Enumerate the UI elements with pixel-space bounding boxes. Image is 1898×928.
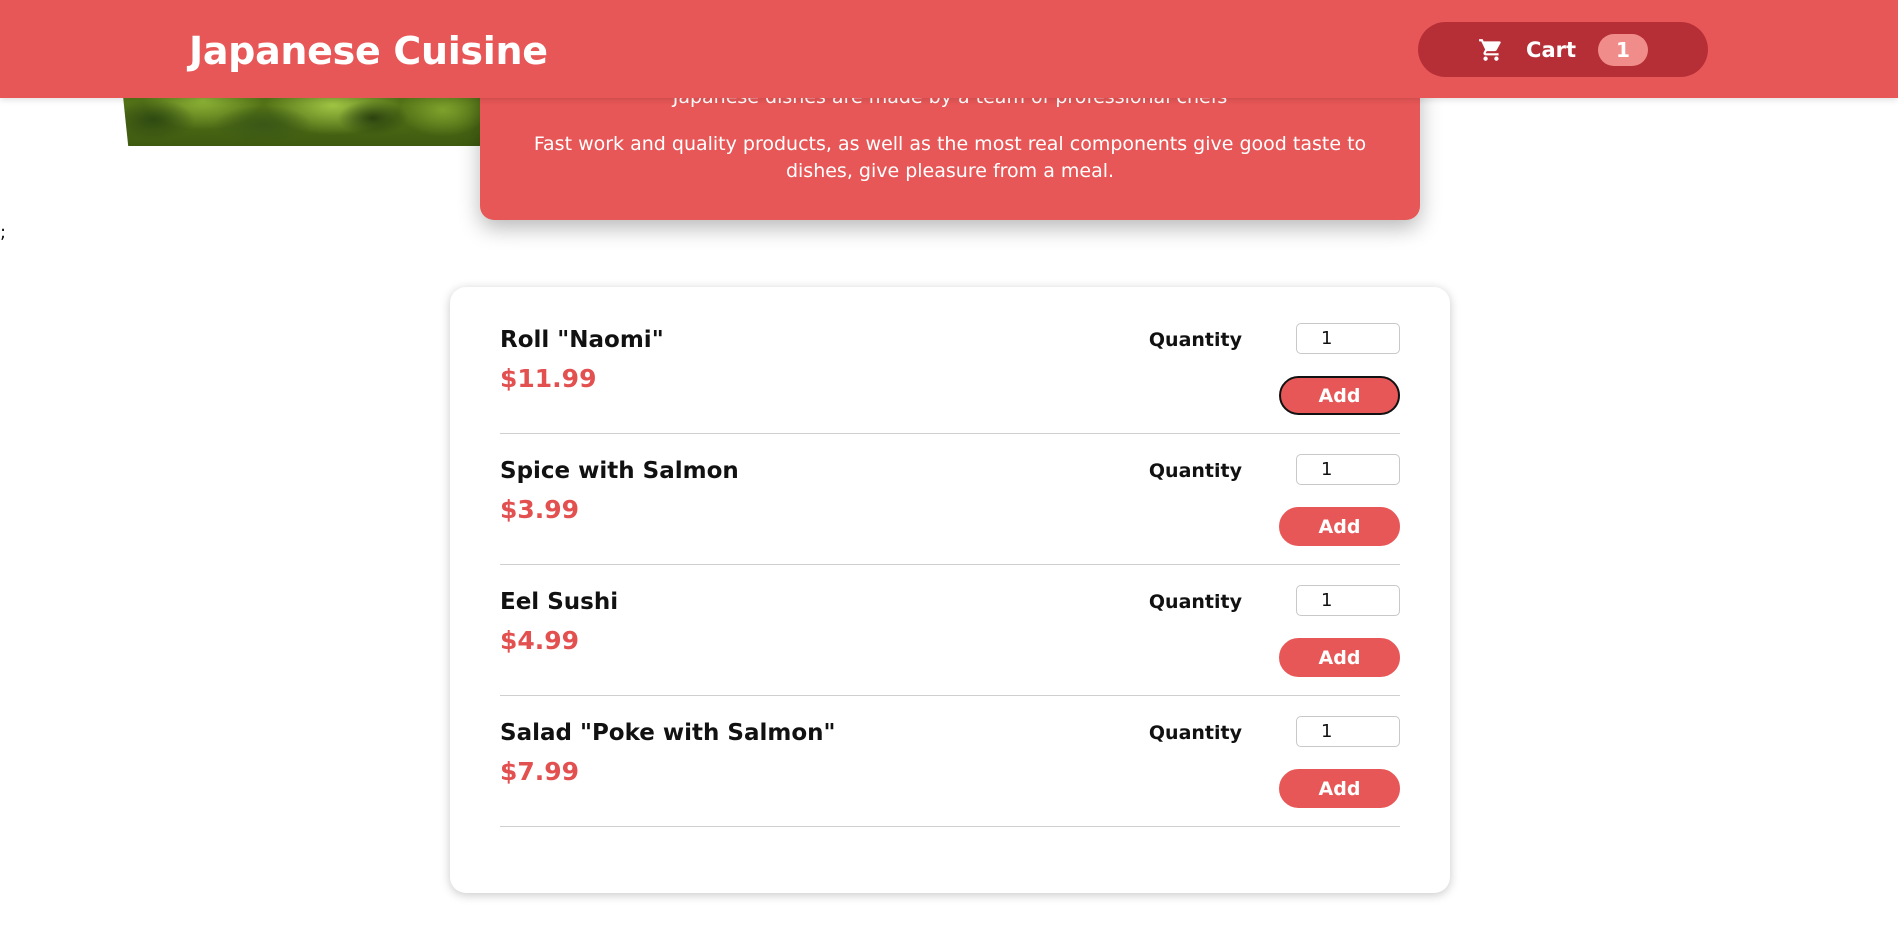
cart-icon [1478,37,1504,63]
cart-button[interactable]: Cart 1 [1418,22,1708,77]
stray-text: ; [0,222,7,243]
site-header: Japanese Cuisine Cart 1 [0,0,1898,98]
cart-count-badge: 1 [1598,33,1648,66]
add-to-cart-button[interactable]: Add [1279,769,1400,808]
meal-list: Roll "Naomi" $11.99 Quantity Add Spice w… [500,303,1400,827]
meal-item: Salad "Poke with Salmon" $7.99 Quantity … [500,696,1400,827]
quantity-label: Quantity [1148,329,1242,351]
quantity-label: Quantity [1148,722,1242,744]
meal-item: Eel Sushi $4.99 Quantity Add [500,565,1400,696]
meal-name: Eel Sushi [500,589,619,615]
meal-price: $11.99 [500,364,597,393]
meal-price: $3.99 [500,495,580,524]
cart-label: Cart [1526,37,1577,62]
meal-price: $7.99 [500,757,580,786]
quantity-input[interactable] [1296,323,1400,354]
meal-price: $4.99 [500,626,580,655]
add-to-cart-button[interactable]: Add [1279,376,1400,415]
meal-name: Spice with Salmon [500,458,739,484]
quantity-label: Quantity [1148,591,1242,613]
available-meals-card: Roll "Naomi" $11.99 Quantity Add Spice w… [450,287,1450,893]
meal-name: Roll "Naomi" [500,327,664,353]
site-title: Japanese Cuisine [189,29,548,73]
add-to-cart-button[interactable]: Add [1279,507,1400,546]
meal-item: Spice with Salmon $3.99 Quantity Add [500,434,1400,565]
quantity-input[interactable] [1296,454,1400,485]
quantity-input[interactable] [1296,716,1400,747]
summary-paragraph: Fast work and quality products, as well … [533,133,1367,182]
add-to-cart-button[interactable]: Add [1279,638,1400,677]
quantity-label: Quantity [1148,460,1242,482]
meal-name: Salad "Poke with Salmon" [500,720,836,746]
quantity-input[interactable] [1296,585,1400,616]
meal-item: Roll "Naomi" $11.99 Quantity Add [500,303,1400,434]
